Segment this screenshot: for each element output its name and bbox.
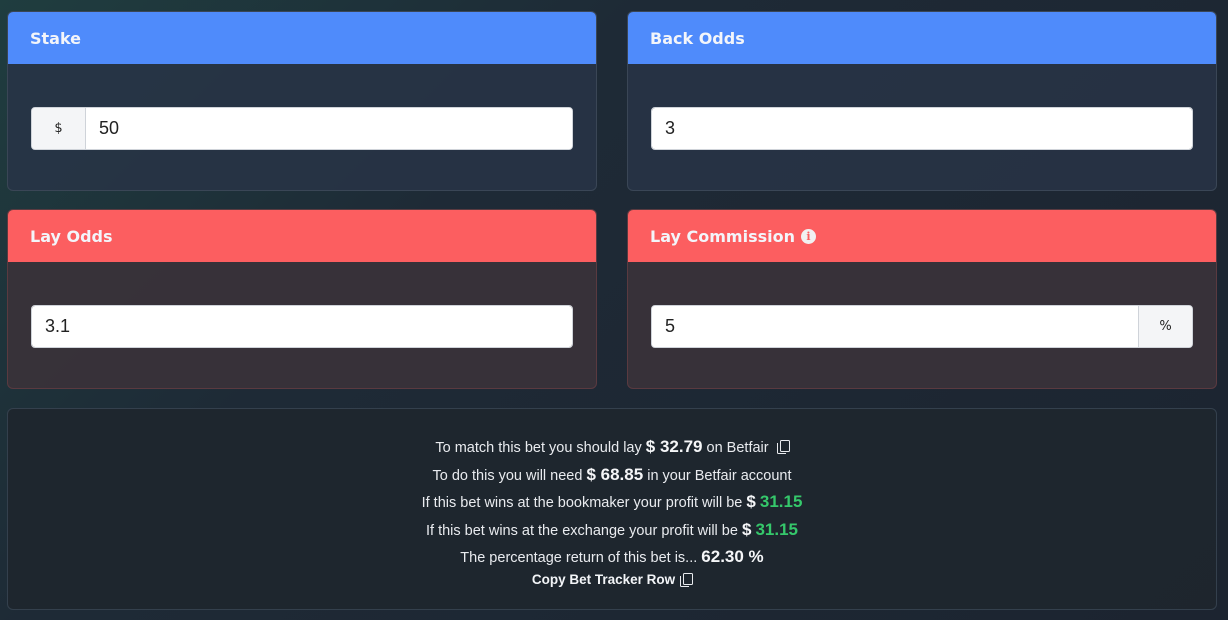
bookmaker-profit-amount: 31.15 bbox=[759, 492, 803, 511]
lay-commission-input-group: % bbox=[651, 305, 1193, 348]
liability-amount: $ 68.85 bbox=[586, 464, 644, 484]
lay-stake-suffix: on Betfair bbox=[702, 440, 769, 456]
back-odds-label: Back Odds bbox=[650, 28, 745, 48]
stake-input-group: $ bbox=[31, 107, 573, 150]
results-panel: To match this bet you should lay $ 32.79… bbox=[7, 408, 1217, 610]
percentage-return-amount: 62.30 % bbox=[701, 547, 764, 566]
copy-bet-tracker-label: Copy Bet Tracker Row bbox=[531, 571, 676, 587]
lay-commission-card: Lay Commission i % bbox=[627, 209, 1217, 389]
copy-bet-tracker-button[interactable]: Copy Bet Tracker Row bbox=[531, 571, 694, 589]
lay-odds-card: Lay Odds bbox=[7, 209, 597, 389]
lay-commission-input[interactable] bbox=[652, 306, 1138, 347]
liability-suffix: in your Betfair account bbox=[643, 467, 792, 484]
exchange-profit-line: If this bet wins at the exchange your pr… bbox=[8, 516, 1216, 544]
exchange-profit-currency: $ bbox=[741, 519, 752, 539]
stake-card: Stake $ bbox=[7, 11, 597, 191]
exchange-profit-text: If this bet wins at the exchange your pr… bbox=[426, 522, 742, 539]
copy-icon[interactable] bbox=[776, 440, 790, 454]
bookmaker-profit-text: If this bet wins at the bookmaker your p… bbox=[421, 495, 747, 511]
percentage-return-line: The percentage return of this bet is... … bbox=[8, 543, 1216, 571]
exchange-profit-amount: 31.15 bbox=[755, 519, 798, 539]
lay-commission-header: Lay Commission i bbox=[628, 210, 1216, 262]
back-odds-input[interactable] bbox=[652, 108, 1192, 149]
lay-stake-line: To match this bet you should lay $ 32.79… bbox=[8, 433, 1216, 461]
lay-stake-text: To match this bet you should lay bbox=[435, 440, 646, 456]
percent-addon: % bbox=[1138, 306, 1192, 347]
lay-commission-label: Lay Commission bbox=[650, 226, 795, 246]
currency-addon: $ bbox=[32, 108, 86, 149]
bookmaker-profit-currency: $ bbox=[746, 492, 756, 511]
liability-line: To do this you will need $ 68.85 in your… bbox=[8, 461, 1216, 489]
lay-odds-input[interactable] bbox=[32, 306, 572, 347]
lay-stake-amount: $ 32.79 bbox=[645, 437, 703, 456]
copy-icon bbox=[680, 572, 694, 587]
back-odds-input-group bbox=[651, 107, 1193, 150]
stake-label: Stake bbox=[30, 28, 82, 48]
stake-input[interactable] bbox=[86, 108, 572, 149]
lay-odds-input-group bbox=[31, 305, 573, 348]
lay-odds-label: Lay Odds bbox=[30, 226, 113, 246]
bookmaker-profit-line: If this bet wins at the bookmaker your p… bbox=[8, 488, 1216, 516]
liability-text: To do this you will need bbox=[432, 467, 587, 484]
percentage-return-text: The percentage return of this bet is... bbox=[460, 550, 702, 566]
lay-odds-header: Lay Odds bbox=[8, 210, 596, 262]
back-odds-card: Back Odds bbox=[627, 11, 1217, 191]
back-odds-header: Back Odds bbox=[628, 12, 1216, 64]
stake-header: Stake bbox=[8, 12, 596, 64]
copy-tracker-row: Copy Bet Tracker Row bbox=[8, 571, 1216, 589]
info-icon[interactable]: i bbox=[800, 228, 816, 244]
